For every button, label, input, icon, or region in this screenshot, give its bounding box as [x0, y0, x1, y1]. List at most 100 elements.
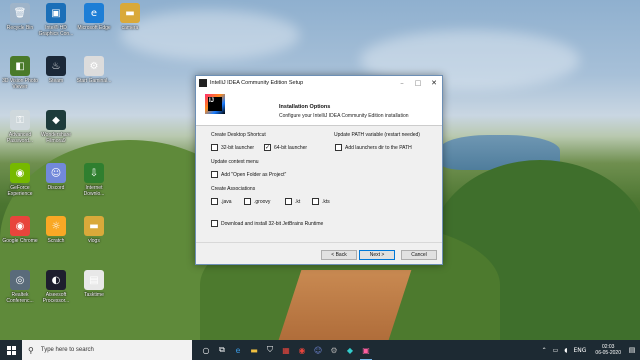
discord-taskbar-icon[interactable]: ☺: [310, 340, 326, 360]
maximize-icon[interactable]: □: [410, 76, 426, 90]
discord-icon: ☺: [46, 163, 66, 183]
aiseesoft-icon: ◐: [46, 270, 66, 290]
desktop-icon[interactable]: ◎ Realtek Conferenc...: [1, 270, 39, 304]
desktop-icon[interactable]: ◆ Wondershare Filmora9: [37, 110, 75, 144]
checkbox-box[interactable]: [244, 198, 251, 205]
desktop-icon-label: Google Chrome: [2, 238, 38, 244]
network-icon[interactable]: ▭: [553, 347, 559, 354]
cancel-button[interactable]: Cancel: [401, 250, 437, 260]
checkbox-groovy[interactable]: .groovy: [244, 198, 270, 205]
shortcut-section-label: Create Desktop Shortcut: [211, 132, 266, 138]
chevron-up-icon[interactable]: ⌃: [542, 347, 547, 354]
checkbox-add-path[interactable]: Add launchers dir to the PATH: [335, 144, 412, 151]
checkbox-jbr[interactable]: Download and install 32-bit JetBrains Ru…: [211, 220, 323, 227]
desktop-icon[interactable]: ◉ GeForce Experience: [1, 163, 39, 197]
search-box[interactable]: ⚲ Type here to search: [22, 340, 192, 360]
next-button[interactable]: Next >: [359, 250, 395, 260]
desktop-icon-label: 3D Vision Photo Viewer: [2, 78, 38, 90]
checkbox-box[interactable]: [312, 198, 319, 205]
desktop-icon[interactable]: ◧ 3D Vision Photo Viewer: [1, 56, 39, 90]
desktop-icon-label: Steam: [48, 78, 64, 84]
checkbox-java[interactable]: .java: [211, 198, 232, 205]
volume-icon[interactable]: ◖: [564, 347, 567, 354]
desktop-icon[interactable]: ☺ Discord: [37, 163, 75, 191]
desktop-icon[interactable]: ⚙ Start Gaminal...: [75, 56, 113, 84]
desktop-icon[interactable]: ⚿ Advanced Password...: [1, 110, 39, 144]
checkbox-64bit-launcher[interactable]: ✓ 64-bit launcher: [264, 144, 307, 151]
password-icon: ⚿: [10, 110, 30, 130]
desktop-icon-label: Realtek Conferenc...: [6, 292, 34, 304]
desktop-icon[interactable]: ▣ Intel® HD Graphics Con...: [37, 3, 75, 37]
filmora-taskbar-icon[interactable]: ◆: [342, 340, 358, 360]
checkbox-kts[interactable]: .kts: [312, 198, 330, 205]
start-gaming-icon: ⚙: [84, 56, 104, 76]
desktop-icon[interactable]: ◉ Google Chrome: [1, 216, 39, 244]
desktop-icon-label: Microsoft Edge: [77, 25, 111, 31]
desktop-icon[interactable]: ☼ Scratch: [37, 216, 75, 244]
checkbox-kt[interactable]: .kt: [285, 198, 300, 205]
task-view-icon[interactable]: ⧉: [214, 340, 230, 360]
dialog-header: IJ Installation Options Configure your I…: [196, 90, 442, 126]
store-icon[interactable]: ⛉: [262, 340, 278, 360]
edge-icon: e: [84, 3, 104, 23]
idm-icon: ⇩: [84, 163, 104, 183]
desktop-icon-label: Tasktime: [84, 292, 104, 298]
desktop-icon[interactable]: ◐ Aiseesoft Processor...: [37, 270, 75, 304]
system-tray: ⌃ ▭ ◖ ENG 02:03 06-05-2020 ▤: [539, 340, 640, 360]
folder-icon: ▬: [120, 3, 140, 23]
desktop-icon-label: Internet Downlo...: [83, 185, 105, 197]
checkbox-box[interactable]: [211, 220, 218, 227]
edge-taskbar-icon[interactable]: e: [230, 340, 246, 360]
scratch-icon: ☼: [46, 216, 66, 236]
checkbox-box[interactable]: [335, 144, 342, 151]
desktop-icon[interactable]: e Microsoft Edge: [75, 3, 113, 31]
search-placeholder: Type here to search: [40, 347, 94, 353]
desktop-icon[interactable]: ▬ vlogs: [75, 216, 113, 244]
title-bar: IntelliJ IDEA Community Edition Setup – …: [196, 76, 442, 90]
dirt-path: [278, 270, 412, 340]
back-button[interactable]: < Back: [321, 250, 357, 260]
clock[interactable]: 02:03 06-05-2020: [595, 344, 621, 356]
geforce-icon: ◉: [10, 163, 30, 183]
start-button[interactable]: [0, 340, 22, 360]
assoc-section-label: Create Associations: [211, 186, 256, 192]
setup-dialog: IntelliJ IDEA Community Edition Setup – …: [195, 75, 443, 265]
checkbox-box[interactable]: [211, 144, 218, 151]
filmora-icon: ◆: [46, 110, 66, 130]
dialog-footer: < Back Next > Cancel: [196, 242, 442, 264]
desktop-icon-label: Recycle Bin: [6, 25, 34, 31]
language-indicator[interactable]: ENG: [573, 347, 586, 354]
path-section-label: Update PATH variable (restart needed): [334, 132, 420, 138]
checkbox-box[interactable]: [285, 198, 292, 205]
windows-logo-icon: [6, 345, 16, 355]
intellij-taskbar-icon[interactable]: ▣: [358, 340, 374, 360]
intellij-app-icon: [199, 79, 207, 87]
steam-icon: ♨: [46, 56, 66, 76]
desktop-icon[interactable]: ♨ Steam: [37, 56, 75, 84]
desktop-icon[interactable]: ▬ camera: [111, 3, 149, 31]
desktop-icon-label: GeForce Experience: [7, 185, 33, 197]
checkbox-box[interactable]: ✓: [264, 144, 271, 151]
checkbox-32bit-launcher[interactable]: 32-bit launcher: [211, 144, 254, 151]
desktop-icon-label: Advanced Password...: [6, 132, 34, 144]
desktop-icon[interactable]: 🗑 Recycle Bin: [1, 3, 39, 31]
cortana-icon[interactable]: ○: [198, 340, 214, 360]
desktop-icon[interactable]: ▤ Tasktime: [75, 270, 113, 298]
checkbox-open-folder[interactable]: Add "Open Folder as Project": [211, 171, 286, 178]
search-icon: ⚲: [28, 345, 34, 355]
3d-vision-icon: ◧: [10, 56, 30, 76]
desktop-icon-label: Wondershare Filmora9: [41, 132, 71, 144]
settings-taskbar-icon[interactable]: ⚙: [326, 340, 342, 360]
checkbox-box[interactable]: [211, 171, 218, 178]
file-explorer-icon[interactable]: ▬: [246, 340, 262, 360]
file-icon: ▤: [84, 270, 104, 290]
checkbox-box[interactable]: [211, 198, 218, 205]
chrome-taskbar-icon[interactable]: ◉: [294, 340, 310, 360]
intel-graphics-icon: ▣: [46, 3, 66, 23]
desktop-icon[interactable]: ⇩ Internet Downlo...: [75, 163, 113, 197]
desktop-icon-label: Start Gaminal...: [76, 78, 112, 84]
office-icon[interactable]: ▦: [278, 340, 294, 360]
close-icon[interactable]: ✕: [426, 76, 442, 90]
notification-icon[interactable]: ▤: [627, 346, 637, 354]
minimize-icon[interactable]: –: [394, 76, 410, 90]
